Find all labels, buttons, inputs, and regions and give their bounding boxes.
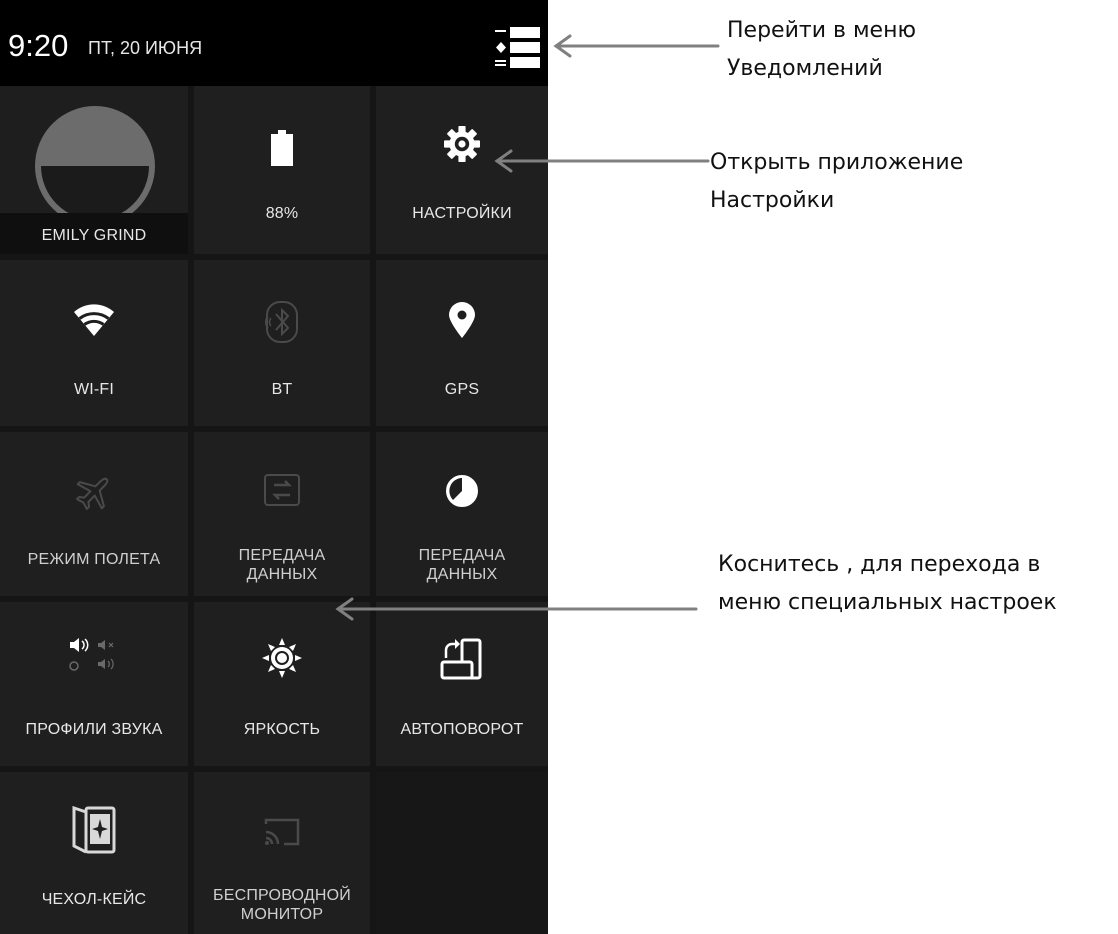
annotation-notifications-line1: Перейти в меню (727, 18, 916, 43)
annotation-special-settings: Коснитесь , для перехода в меню специаль… (718, 546, 1057, 622)
annotation-notifications: Перейти в меню Уведомлений (727, 12, 916, 88)
annotation-special-line1: Коснитесь , для перехода в (718, 552, 1041, 577)
annotation-settings-line1: Открыть приложение (710, 150, 964, 175)
annotation-special-line2: меню специальных настроек (718, 590, 1057, 615)
annotation-arrows (335, 34, 720, 621)
arrow-special-settings (335, 597, 698, 621)
arrow-settings (494, 149, 710, 173)
annotation-settings: Открыть приложение Настройки (710, 144, 963, 220)
annotation-settings-line2: Настройки (710, 188, 835, 213)
annotation-notifications-line2: Уведомлений (727, 56, 883, 81)
arrow-notifications (553, 34, 720, 58)
